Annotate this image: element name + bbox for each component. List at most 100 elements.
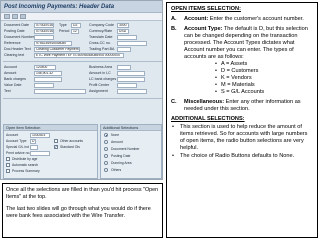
automatic-search-label: Automatic search	[12, 163, 39, 167]
company-code-label: Company Code	[89, 23, 114, 27]
screen-title: Post Incoming Payments: Header Data	[1, 1, 162, 13]
assignment-field[interactable]	[117, 88, 147, 94]
account-type-item: K = Vendors	[215, 75, 313, 82]
note-a-key: A.	[171, 16, 177, 22]
value-date-field[interactable]	[34, 82, 54, 88]
trading-part-label: Trading Part.BA	[89, 47, 115, 51]
bottom-note-1: Once all the selections are filled in th…	[6, 187, 159, 200]
radio-amount-label: Amount	[111, 140, 123, 144]
translatn-date-field[interactable]	[117, 34, 137, 40]
process-summary-label: Process Summary	[12, 169, 40, 173]
additional-selections-title: Additional Selections	[101, 125, 161, 131]
text-field[interactable]	[34, 88, 86, 94]
assignment-label: Assignment	[89, 89, 108, 93]
note-b-key: B.	[171, 26, 177, 32]
radio-amount[interactable]	[104, 140, 108, 144]
value-date-label: Value Date	[4, 83, 22, 87]
process-open-items-button[interactable]	[4, 14, 10, 19]
process-summary-checkbox[interactable]	[6, 169, 10, 173]
radio-document-number[interactable]	[104, 147, 108, 151]
document-date-field[interactable]: 07/30/2016	[34, 22, 54, 28]
period-label: Period	[59, 29, 70, 33]
amount-lc-label: Amount in LC	[89, 71, 111, 75]
posting-date-label: Posting Date	[4, 29, 25, 33]
document-number-label: Document Number	[4, 35, 35, 39]
doc-header-text-label: Doc.Header Text	[4, 47, 31, 51]
radio-dunning-area-label: Dunning Area	[111, 161, 132, 165]
account-label: Account	[4, 65, 17, 69]
account-type-label: Account Type	[6, 139, 27, 143]
open-items-selection-heading: OPEN ITEMS SELECTION:	[171, 6, 241, 12]
trading-part-field[interactable]	[117, 46, 131, 52]
other-accounts-checkbox[interactable]	[54, 139, 58, 143]
distribute-by-age-label: Distribute by age	[12, 157, 38, 161]
account-type-item: M = Materials	[215, 82, 313, 89]
note-c: C. Miscellaneous: Enter any other inform…	[171, 99, 313, 113]
currency-field[interactable]: USD	[117, 28, 129, 34]
toolbar-button[interactable]	[20, 14, 26, 19]
other-accounts-label: Other accounts	[60, 139, 83, 143]
account-type-item: S = G/L Accounts	[215, 89, 313, 96]
profit-center-field[interactable]	[117, 82, 137, 88]
document-date-label: Document Date	[4, 23, 29, 27]
text-label: Text	[4, 89, 11, 93]
type-field[interactable]: DZ	[71, 22, 81, 28]
note-a: A. Account: Enter the customer's account…	[171, 16, 313, 23]
standard-ois-checkbox[interactable]	[54, 144, 58, 149]
automatic-search-checkbox[interactable]	[6, 163, 10, 167]
lc-bank-charges-label: LC bank charges	[89, 77, 117, 81]
radio-posting-date-label: Posting Date	[111, 154, 131, 158]
bank-charges-field[interactable]	[34, 76, 62, 82]
amount-lc-field[interactable]	[117, 70, 145, 76]
bank-account-field[interactable]: 120400	[34, 64, 56, 70]
additional-selections-heading: ADDITIONAL SELECTIONS:	[171, 116, 245, 122]
standard-ois-label: Standard OIs	[60, 145, 80, 149]
radio-others[interactable]	[104, 168, 108, 172]
additional-note: The choice of Radio Buttons defaults to …	[171, 153, 313, 160]
radio-none[interactable]	[104, 133, 108, 137]
sap-payment-screen: Post Incoming Payments: Header Data Docu…	[0, 0, 163, 180]
special-gl-field[interactable]	[30, 144, 38, 150]
toolbar-button[interactable]	[12, 14, 18, 19]
account-type-item: D = Customers	[215, 68, 313, 75]
note-c-key: C.	[171, 99, 177, 105]
account-type-field[interactable]: D	[30, 138, 36, 144]
clearing-text-field[interactable]: ETC Wire Payment / EFTS 50098064086905 0…	[34, 52, 124, 58]
currency-label: Currency/Rate	[89, 29, 113, 33]
toolbar	[1, 13, 162, 21]
note-b: B. Account Type: The default is D, but t…	[171, 26, 313, 61]
type-label: Type	[59, 23, 67, 27]
radio-document-number-label: Document Number	[111, 147, 140, 151]
amount-field[interactable]: 146,901.32	[34, 70, 62, 76]
note-b-label: Account Type:	[184, 26, 223, 32]
distribute-by-age-checkbox[interactable]	[6, 157, 10, 161]
open-item-selection-panel: Open Item Selection Account 1030303 Acco…	[3, 124, 98, 179]
clearing-text-label: Clearing text	[4, 53, 25, 57]
radio-none-label: None	[111, 133, 120, 137]
amount-label: Amount	[4, 71, 17, 75]
bottom-note-box: Once all the selections are filled in th…	[2, 183, 163, 238]
reference-field[interactable]: 9755236945048080	[34, 40, 72, 46]
note-c-label: Miscellaneous:	[184, 99, 225, 105]
cross-cc-field[interactable]	[117, 40, 147, 46]
company-code-field[interactable]: 3000	[117, 22, 129, 28]
lc-bank-charges-field[interactable]	[117, 76, 145, 82]
open-item-selection-title: Open Item Selection	[4, 125, 97, 131]
radio-dunning-area[interactable]	[104, 161, 108, 165]
ois-account-field[interactable]: 1030303	[30, 132, 50, 138]
divider	[3, 61, 162, 62]
period-field[interactable]: 12	[71, 28, 79, 34]
additional-note: This section is used to help reduce the …	[171, 124, 313, 152]
radio-posting-date[interactable]	[104, 154, 108, 158]
document-number-field[interactable]	[34, 34, 54, 40]
doc-header-text-field[interactable]: Clearing Customer Payment	[34, 46, 80, 52]
pmnt-advice-field[interactable]	[30, 150, 50, 156]
note-a-label: Account:	[184, 16, 209, 22]
special-gl-label: Special G/L ind	[6, 145, 29, 149]
business-area-field[interactable]	[117, 64, 131, 70]
radio-others-label: Others	[111, 168, 122, 172]
additional-selections-panel: Additional Selections None Amount Docume…	[100, 124, 162, 179]
posting-date-field[interactable]: 07/30/2016	[34, 28, 54, 34]
instructions-box: OPEN ITEMS SELECTION: A. Account: Enter …	[166, 2, 318, 238]
divider	[3, 98, 162, 99]
